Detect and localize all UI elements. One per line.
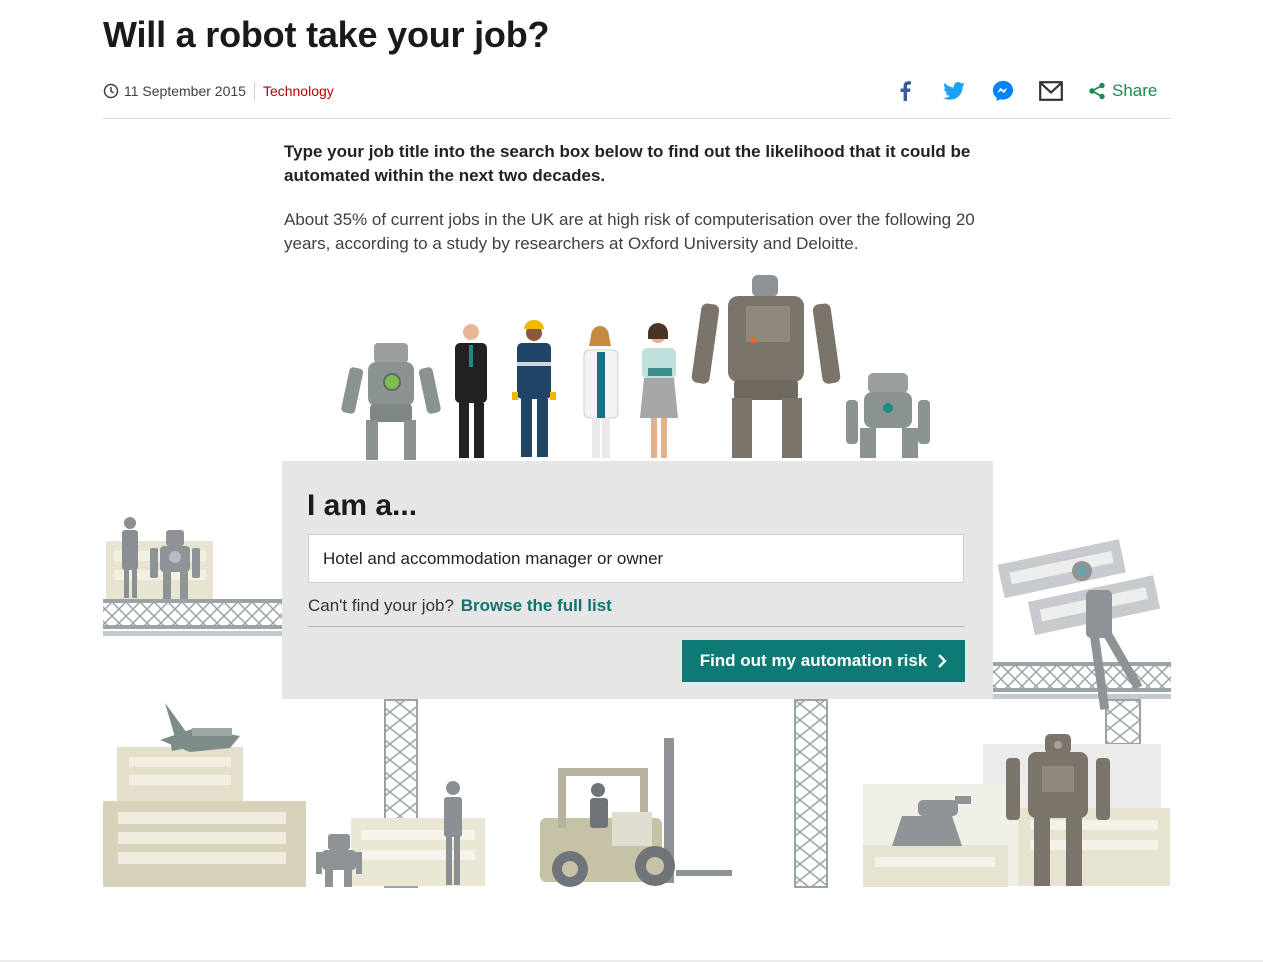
job-search-panel: I am a... Can't find your job? Browse th…: [282, 461, 993, 699]
facebook-icon[interactable]: [892, 78, 918, 104]
twitter-icon[interactable]: [941, 78, 967, 104]
clock-icon: [103, 83, 119, 99]
panel-heading: I am a...: [307, 489, 418, 522]
green-robot: [341, 343, 441, 460]
article-meta: 11 September 2015 Technology: [103, 81, 334, 101]
panel-divider: [308, 626, 965, 627]
email-icon[interactable]: [1038, 78, 1064, 104]
doctor: [583, 326, 619, 458]
left-crates: [103, 703, 306, 887]
chevron-right-icon: [938, 654, 948, 668]
category-link[interactable]: Technology: [263, 83, 334, 99]
forklift: [540, 738, 732, 887]
body-text: About 35% of current jobs in the UK are …: [284, 210, 975, 253]
cant-find-text: Can't find your job?: [308, 596, 454, 615]
teacher: [640, 323, 678, 458]
browse-full-list-link[interactable]: Browse the full list: [461, 596, 612, 615]
cant-find-row: Can't find your job? Browse the full lis…: [308, 596, 612, 616]
meta-divider: [253, 82, 255, 100]
teal-robot: [846, 373, 930, 458]
page-title: Will a robot take your job?: [103, 14, 550, 55]
messenger-icon[interactable]: [990, 78, 1016, 104]
left-shelf-group: [103, 517, 282, 636]
share-toolbar: Share: [890, 78, 1165, 104]
article-date: 11 September 2015: [124, 83, 246, 99]
businessman: [455, 324, 487, 458]
share-button[interactable]: Share: [1088, 78, 1157, 104]
find-risk-label: Find out my automation risk: [699, 651, 928, 670]
construction-worker: [512, 320, 556, 457]
right-truss: [794, 699, 828, 888]
find-risk-button[interactable]: Find out my automation risk: [682, 640, 965, 682]
right-shelf-group: [993, 539, 1171, 745]
big-robot: [691, 275, 841, 458]
job-title-input[interactable]: [308, 534, 964, 583]
bottom-right-group: [863, 734, 1170, 887]
share-label: Share: [1112, 81, 1158, 100]
intro-text: Type your job title into the search box …: [284, 142, 971, 185]
share-icon: [1089, 82, 1105, 100]
header-divider: [103, 118, 1171, 119]
